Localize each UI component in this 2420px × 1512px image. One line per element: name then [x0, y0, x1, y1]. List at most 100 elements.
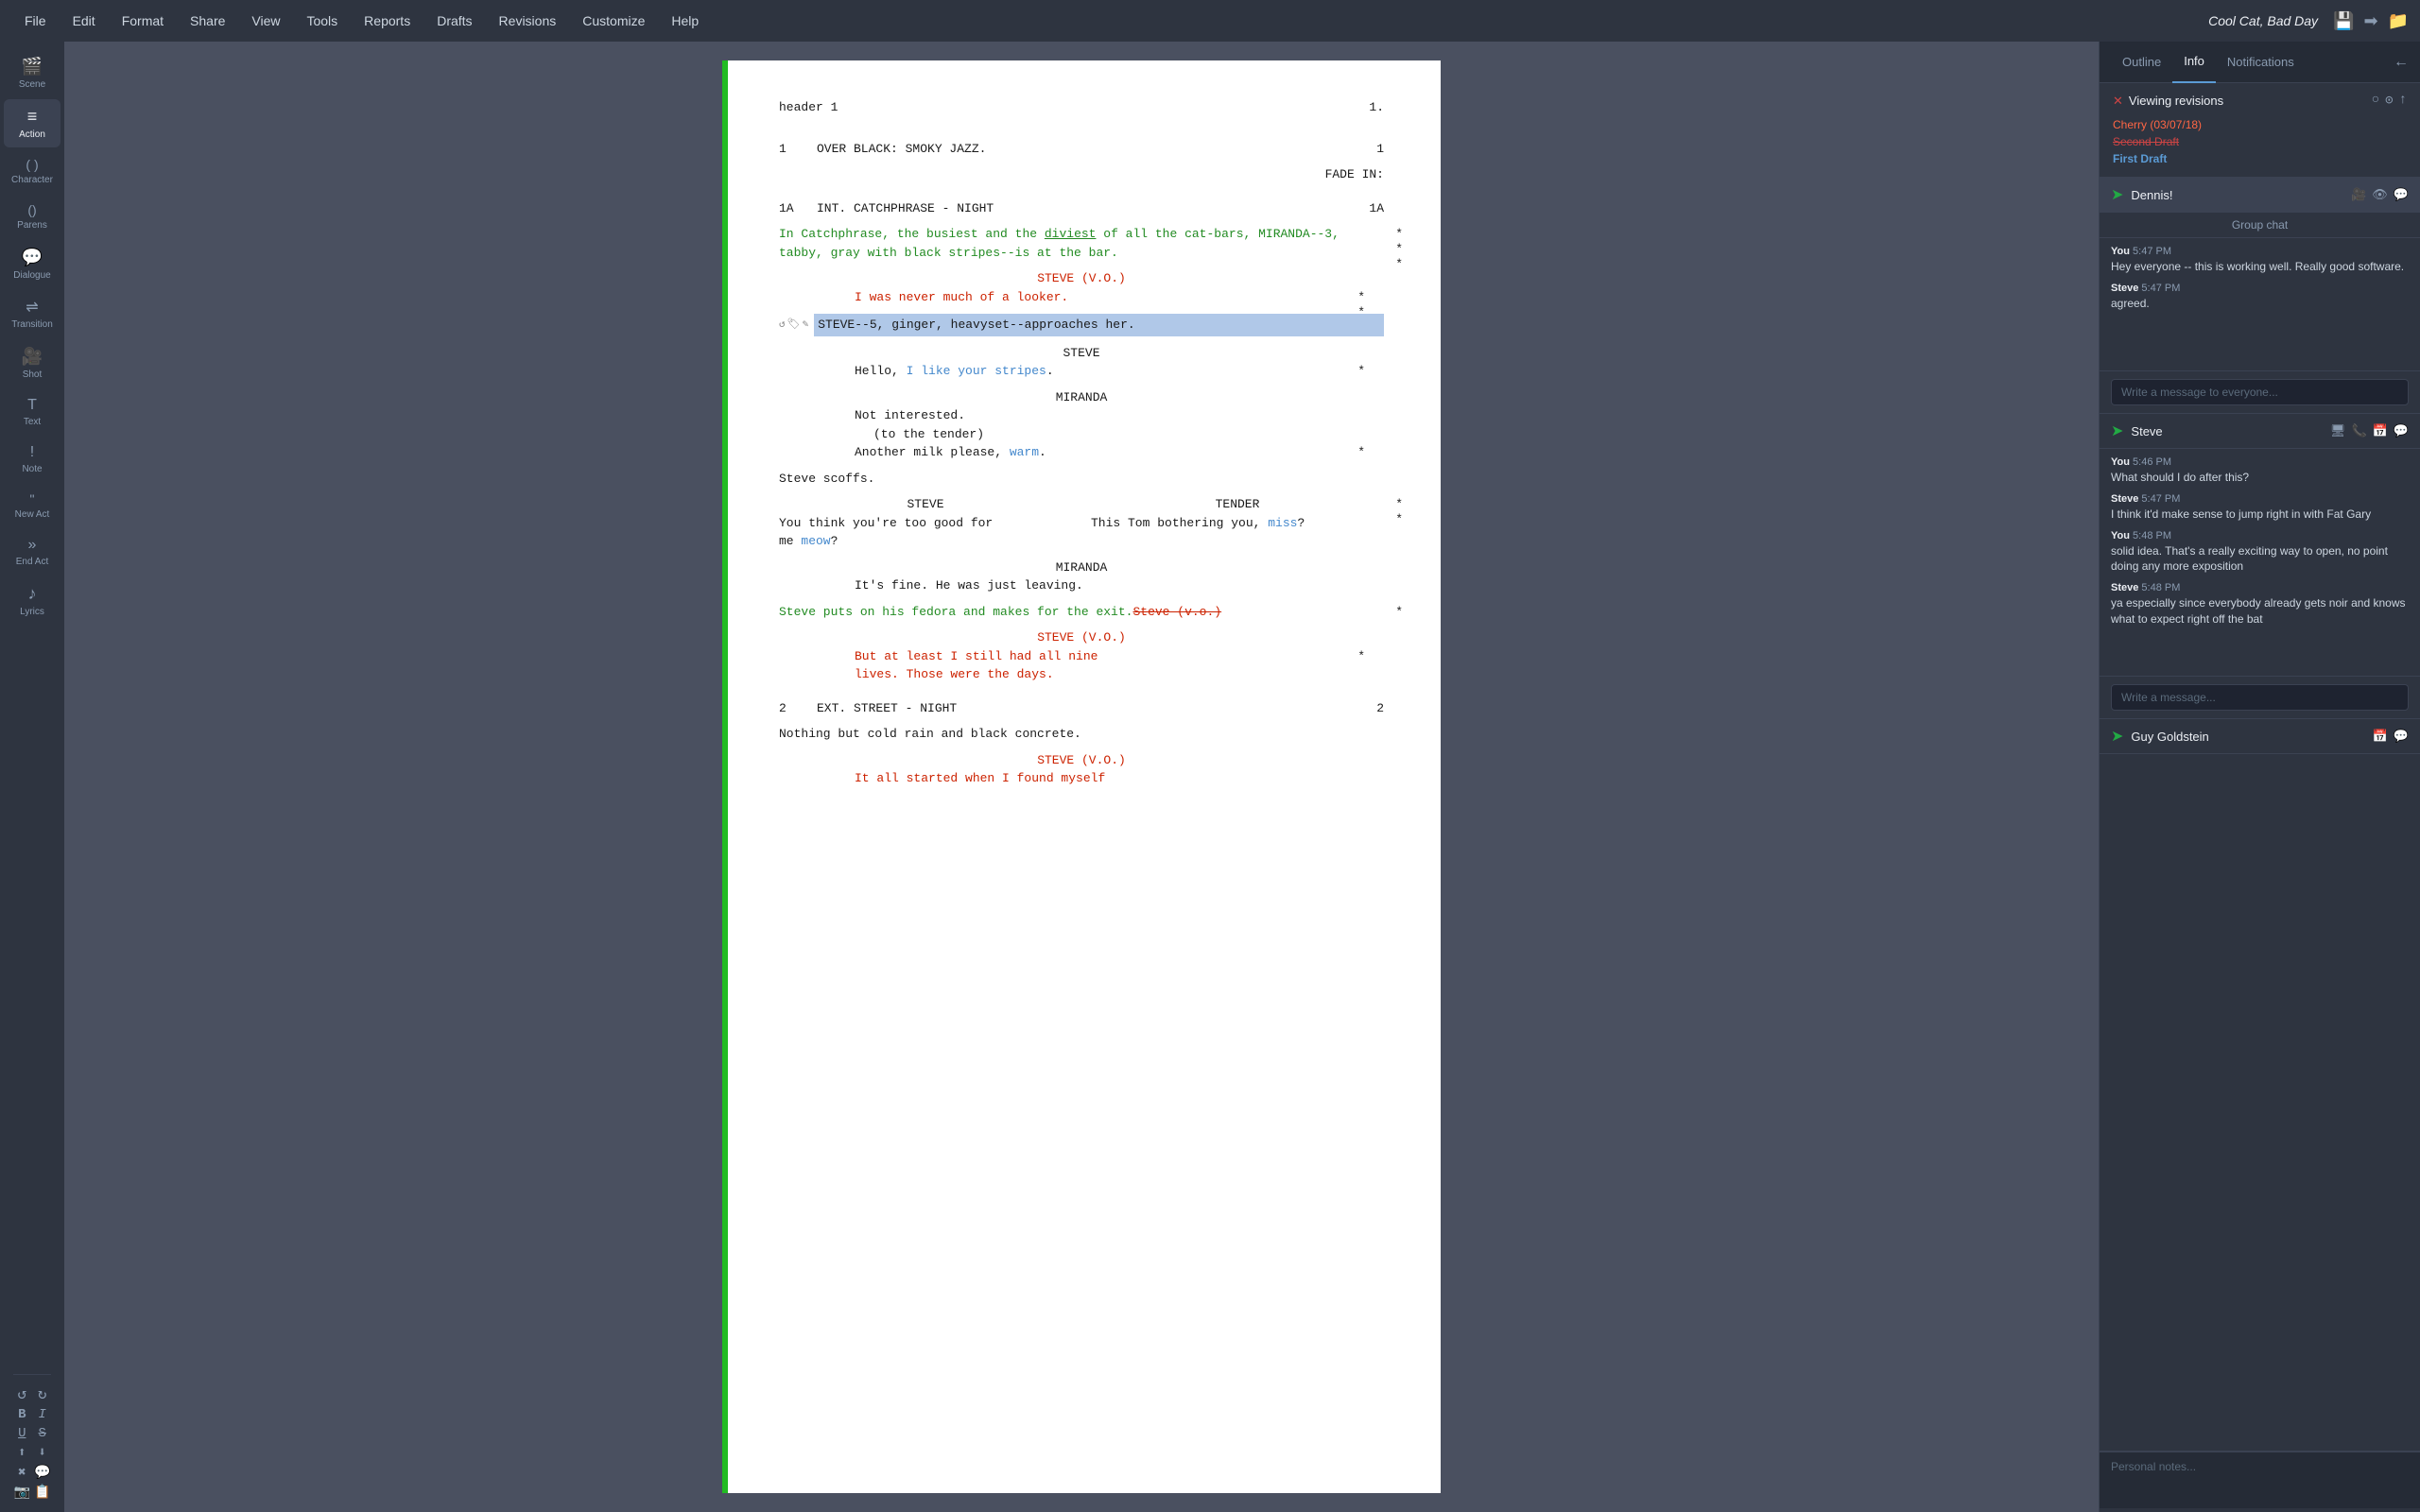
guy-calendar-icon[interactable]: 📅	[2373, 729, 2388, 744]
msg-time-1: 5:47 PM	[2133, 246, 2171, 257]
miranda-paren-1: (to the tender)	[873, 425, 1289, 444]
sender-name-steve-2: Steve	[2111, 493, 2138, 505]
underline-icon[interactable]: U	[14, 1426, 30, 1441]
note-action-icon[interactable]: ✎	[803, 318, 809, 334]
steve-action-line: ↺ 🏷 ✎ STEVE--5, ginger, heavyset--approa…	[779, 314, 1384, 336]
revision-cherry[interactable]: Cherry (03/07/18)	[2113, 116, 2407, 133]
steve-calendar-icon[interactable]: 📅	[2373, 423, 2388, 438]
close-revisions-button[interactable]: ✕	[2113, 94, 2123, 109]
scene-icon: 🎬	[22, 57, 43, 77]
sidebar-item-text[interactable]: T Text	[4, 389, 60, 435]
camera-icon[interactable]: 📷	[14, 1485, 30, 1501]
revision-up-icon[interactable]: ↑	[2399, 93, 2407, 109]
download-icon[interactable]: ⬇	[34, 1445, 50, 1461]
close-icon[interactable]: ✖	[14, 1465, 30, 1481]
sidebar-label-shot: Shot	[23, 369, 43, 380]
italic-icon[interactable]: I	[34, 1407, 50, 1422]
folder-icon[interactable]: 📁	[2388, 11, 2409, 31]
sidebar-item-character[interactable]: ( ) Character	[4, 149, 60, 193]
steve-desktop-icon[interactable]: 🖥	[2330, 423, 2346, 438]
sidebar-item-parens[interactable]: () Parens	[4, 195, 60, 238]
scene-2-number-left: 2	[779, 699, 817, 718]
viewing-revisions-label: Viewing revisions	[2129, 94, 2223, 108]
contact-dennis[interactable]: ➤ Dennis! 🎥 👁 💬	[2100, 178, 2420, 213]
undo-icon[interactable]: ↺	[14, 1384, 30, 1403]
revision-prev-icon[interactable]: ○	[2372, 93, 2379, 109]
menu-reports[interactable]: Reports	[351, 0, 424, 42]
dennis-chat-input[interactable]	[2111, 379, 2409, 405]
share-icon[interactable]: ➡	[2363, 11, 2377, 31]
viewing-revisions-title: ✕ Viewing revisions	[2113, 94, 2223, 109]
left-sidebar: 🎬 Scene ≡ Action ( ) Character () Parens…	[0, 42, 64, 1512]
sidebar-item-end-act[interactable]: » End Act	[4, 529, 60, 575]
contact-guy[interactable]: ➤ Guy Goldstein 📅 💬	[2100, 718, 2420, 754]
revision-second-draft[interactable]: Second Draft	[2113, 133, 2407, 150]
dialogue-icon: 💬	[22, 248, 43, 267]
clipboard-icon[interactable]: 📋	[34, 1485, 50, 1501]
menu-revisions[interactable]: Revisions	[486, 0, 570, 42]
steve-messages: You 5:46 PM What should I do after this?…	[2100, 449, 2420, 676]
redo-icon[interactable]: ↻	[34, 1384, 50, 1403]
upload-icon[interactable]: ⬆	[14, 1445, 30, 1461]
dennis-eye-icon[interactable]: 👁	[2372, 187, 2388, 202]
menu-drafts[interactable]: Drafts	[424, 0, 485, 42]
scene-1a-number-left: 1A	[779, 199, 817, 218]
sidebar-item-action[interactable]: ≡ Action	[4, 99, 60, 147]
inline-blue-1: I like your stripes	[907, 364, 1046, 378]
steve-phone-icon[interactable]: 📞	[2351, 423, 2366, 438]
scene-1-number-right: 1	[1356, 140, 1384, 159]
sender-name-steve-3: Steve	[2111, 582, 2138, 593]
guy-chat-icon[interactable]: 💬	[2394, 729, 2409, 744]
inline-blue-2: warm	[1010, 445, 1039, 459]
tab-info[interactable]: Info	[2172, 42, 2216, 83]
menu-file[interactable]: File	[11, 0, 60, 42]
sidebar-item-shot[interactable]: 🎥 Shot	[4, 339, 60, 387]
panel-close-button[interactable]: ←	[2394, 54, 2409, 71]
sidebar-item-new-act[interactable]: " New Act	[4, 484, 60, 527]
save-icon[interactable]: 💾	[2333, 11, 2354, 31]
menu-share[interactable]: Share	[177, 0, 238, 42]
comment-icon[interactable]: 💬	[34, 1465, 50, 1481]
group-chat-label[interactable]: Group chat	[2100, 213, 2420, 238]
tab-outline[interactable]: Outline	[2111, 42, 2172, 83]
chat-area: ➤ Dennis! 🎥 👁 💬 Group chat You 5:47 PM H	[2100, 178, 2420, 1451]
personal-notes-input[interactable]	[2100, 1452, 2420, 1508]
revision-first-draft[interactable]: First Draft	[2113, 150, 2407, 167]
sidebar-item-lyrics[interactable]: ♪ Lyrics	[4, 576, 60, 625]
sidebar-item-scene[interactable]: 🎬 Scene	[4, 49, 60, 97]
dennis-chat-icon[interactable]: 💬	[2394, 187, 2409, 202]
menu-view[interactable]: View	[238, 0, 293, 42]
steve-vo-dialogue-3: It all started when I found myself	[855, 769, 1308, 788]
dennis-messages: You 5:47 PM Hey everyone -- this is work…	[2100, 238, 2420, 370]
revision-next-icon[interactable]: ⊙	[2385, 93, 2393, 109]
menu-tools[interactable]: Tools	[293, 0, 351, 42]
title-icons: 💾 ➡ 📁	[2333, 11, 2409, 31]
contact-steve[interactable]: ➤ Steve 🖥 📞 📅 💬	[2100, 413, 2420, 449]
tag-icon[interactable]: 🏷	[787, 318, 801, 334]
tab-notifications[interactable]: Notifications	[2216, 42, 2306, 83]
sidebar-item-dialogue[interactable]: 💬 Dialogue	[4, 240, 60, 288]
asterisk-10: *	[1395, 603, 1403, 622]
menu-format[interactable]: Format	[109, 0, 177, 42]
sidebar-item-transition[interactable]: ⇌ Transition	[4, 290, 60, 337]
steve-chat-input[interactable]	[2111, 684, 2409, 711]
edit-action-icon[interactable]: ↺	[779, 318, 786, 334]
msg-sender-you-2: You 5:46 PM	[2111, 456, 2409, 468]
steve-chat-icon[interactable]: 💬	[2394, 423, 2409, 438]
sender-name-you-2: You	[2111, 456, 2130, 468]
menu-help[interactable]: Help	[658, 0, 712, 42]
dual-text-tender: This Tom bothering you, miss?	[1091, 514, 1384, 533]
dennis-video-icon[interactable]: 🎥	[2351, 187, 2366, 202]
dennis-contact-icon: ➤	[2111, 185, 2123, 204]
menu-edit[interactable]: Edit	[60, 0, 109, 42]
bold-icon[interactable]: B	[14, 1407, 30, 1422]
strikethrough-icon[interactable]: S	[34, 1426, 50, 1441]
sidebar-item-note[interactable]: ! Note	[4, 437, 60, 482]
menu-customize[interactable]: Customize	[569, 0, 658, 42]
lyrics-icon: ♪	[28, 584, 37, 604]
steve-scoffs: Steve scoffs.	[779, 470, 1384, 489]
sidebar-label-character: Character	[11, 175, 53, 185]
script-area[interactable]: header 1 1. 1 OVER BLACK: SMOKY JAZZ. 1 …	[64, 42, 2099, 1512]
scene-2-number-right: 2	[1356, 699, 1384, 718]
msg-time-3: 5:46 PM	[2133, 456, 2171, 468]
